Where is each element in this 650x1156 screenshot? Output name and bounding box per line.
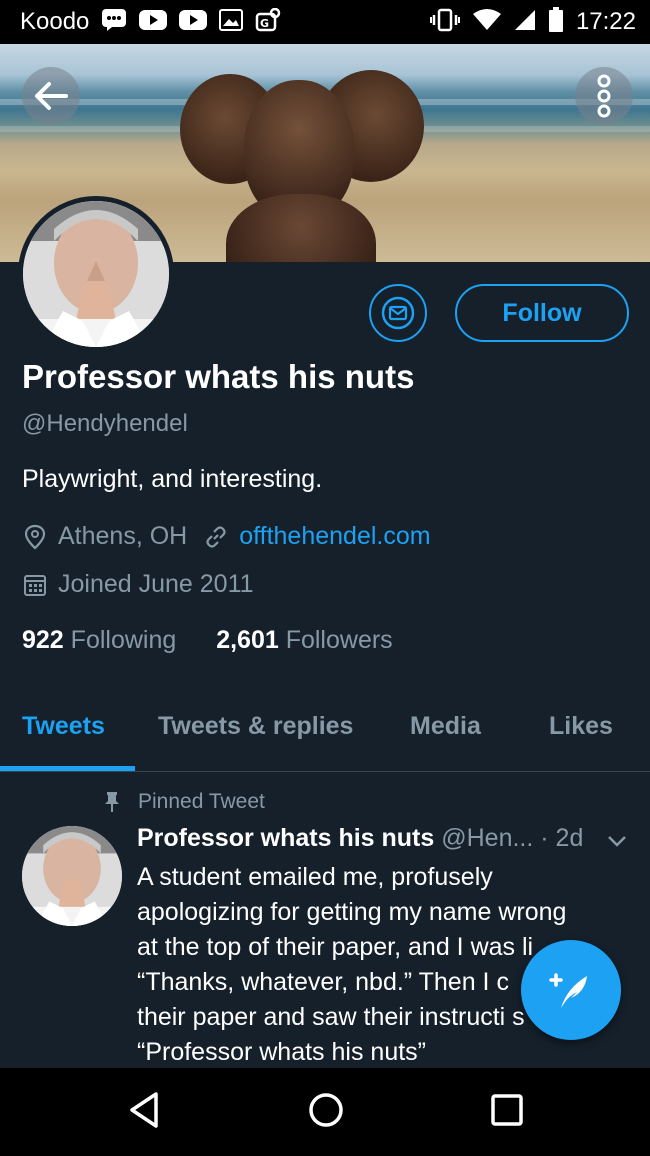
profile-name: Professor whats his nuts: [22, 358, 415, 395]
arrow-left-icon: [35, 82, 68, 110]
nav-home-button[interactable]: [306, 1090, 346, 1135]
tweet-author-avatar[interactable]: [22, 826, 122, 926]
signal-icon: [514, 9, 536, 36]
more-vertical-icon: [597, 74, 611, 118]
banner-plush-body: [226, 194, 376, 262]
followers-count: 2,601: [216, 626, 279, 654]
tab-tweets-and-replies[interactable]: Tweets & replies: [158, 712, 353, 741]
tweet-text-line: A student emailed me, profusely: [137, 863, 493, 891]
profile-website-link[interactable]: offthehendel.com: [239, 522, 430, 551]
pin-icon: [98, 791, 126, 813]
vibrate-icon: [429, 8, 460, 37]
gallery-icon: [219, 8, 244, 36]
profile-joined-date: Joined June 2011: [58, 570, 254, 598]
battery-icon: [548, 6, 564, 38]
profile-meta-joined: Joined June 2011: [22, 570, 254, 599]
message-button[interactable]: [369, 284, 427, 342]
followers-label: Followers: [285, 626, 393, 654]
following-label: Following: [70, 626, 177, 654]
tweet-header: Professor whats his nuts @Hen... · 2d: [137, 824, 583, 853]
profile-stats: 922 Following 2,601 Followers: [22, 626, 393, 655]
more-options-button[interactable]: [575, 67, 633, 125]
system-navigation-bar: [0, 1068, 650, 1156]
link-icon: [203, 524, 229, 550]
tweet-time: · 2d: [540, 824, 584, 852]
tweet-text-line: “Professor whats his nuts”: [137, 1038, 426, 1066]
message-icon: [101, 8, 127, 37]
carrier-name: Koodo: [20, 8, 90, 35]
svg-text:G: G: [260, 17, 269, 30]
pinned-tweet-label-row: Pinned Tweet: [98, 790, 265, 814]
back-button[interactable]: [22, 67, 80, 125]
status-bar: Koodo G 17:22: [0, 0, 650, 44]
compose-feather-icon: [549, 973, 587, 1008]
pinned-tweet-label: Pinned Tweet: [138, 790, 265, 813]
youtube-icon: [179, 9, 208, 36]
follow-button[interactable]: Follow: [455, 284, 629, 342]
profile-tabs: Tweets Tweets & replies Media Likes: [0, 700, 650, 772]
nav-back-button[interactable]: [128, 1090, 160, 1135]
calendar-icon: [22, 572, 48, 598]
vpn-key-icon: G: [255, 7, 281, 37]
youtube-icon: [139, 9, 168, 36]
active-tab-indicator: [0, 766, 135, 771]
profile-meta-location-website: Athens, OH offthehendel.com: [22, 522, 431, 551]
envelope-icon: [381, 296, 415, 330]
tweet-author-name[interactable]: Professor whats his nuts: [137, 824, 434, 852]
profile-bio: Playwright, and interesting.: [22, 465, 323, 493]
tab-likes[interactable]: Likes: [549, 712, 613, 741]
profile-handle: @Hendyhendel: [22, 410, 188, 437]
clock: 17:22: [575, 8, 636, 35]
following-stat[interactable]: 922 Following: [22, 626, 176, 654]
chevron-down-icon: [608, 836, 626, 847]
square-recents-icon: [491, 1094, 523, 1126]
tweet-author-handle: @Hen...: [441, 824, 534, 852]
profile-avatar[interactable]: [18, 196, 174, 352]
tweet-menu-button[interactable]: [606, 834, 628, 853]
triangle-back-icon: [130, 1092, 158, 1128]
circle-home-icon: [309, 1093, 343, 1127]
tab-media[interactable]: Media: [410, 712, 481, 741]
nav-recents-button[interactable]: [488, 1090, 528, 1135]
wifi-icon: [472, 8, 502, 36]
tweet-text-line: apologizing for getting my name wrong: [137, 898, 567, 926]
followers-stat[interactable]: 2,601 Followers: [216, 626, 393, 654]
tab-tweets[interactable]: Tweets: [22, 712, 105, 741]
location-pin-icon: [22, 524, 48, 550]
following-count: 922: [22, 626, 64, 654]
profile-location: Athens, OH: [58, 522, 188, 550]
compose-tweet-button[interactable]: [521, 940, 621, 1040]
